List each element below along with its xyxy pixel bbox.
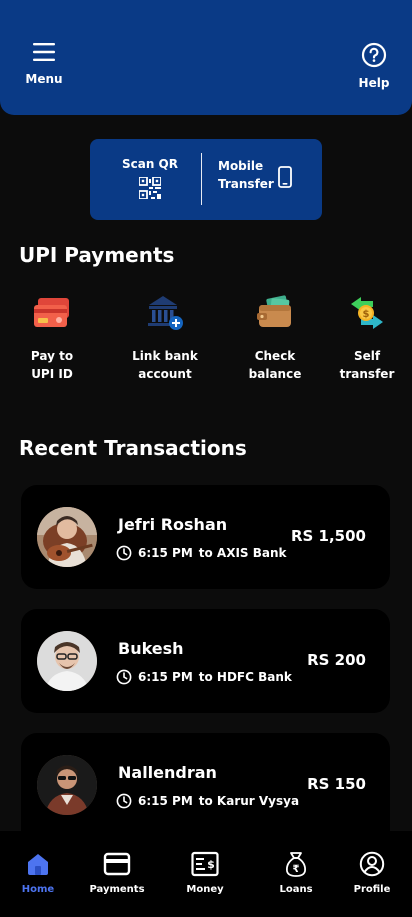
svg-text:$: $ bbox=[207, 858, 215, 871]
mobile-transfer-button[interactable]: Mobile Transfer bbox=[218, 157, 274, 193]
transaction-destination: to HDFC Bank bbox=[198, 670, 292, 684]
transaction-amount: RS 150 bbox=[307, 775, 366, 793]
transaction-destination: to Karur Vysya bbox=[198, 794, 300, 808]
check-balance-line1: Check bbox=[254, 349, 296, 363]
mobile-label: Mobile bbox=[218, 159, 264, 173]
card-divider bbox=[201, 153, 202, 205]
transaction-card[interactable]: Nallendran 6:15 PM to Karur Vysya RS 150 bbox=[21, 733, 390, 831]
self-transfer-icon: $ bbox=[351, 297, 383, 329]
wallet-icon bbox=[257, 295, 291, 327]
recent-transactions-title: Recent Transactions bbox=[19, 436, 247, 460]
self-transfer-line1: Self bbox=[353, 349, 381, 363]
avatar-photo-jefri bbox=[37, 507, 97, 567]
card-icon bbox=[103, 852, 131, 876]
clock-icon bbox=[116, 669, 132, 685]
link-bank-account-button[interactable]: Link bank account bbox=[120, 293, 210, 383]
check-balance-button[interactable]: Check balance bbox=[230, 293, 320, 383]
transaction-time: 6:15 PM bbox=[138, 794, 193, 808]
transaction-card[interactable]: Jefri Roshan 6:15 PM to AXIS Bank RS 1,5… bbox=[21, 485, 390, 589]
transaction-amount: RS 200 bbox=[307, 651, 366, 669]
pay-to-upi-line1: Pay to bbox=[30, 349, 74, 363]
menu-button[interactable]: Menu bbox=[14, 42, 74, 86]
nav-home[interactable]: Home bbox=[3, 851, 73, 895]
transaction-time: 6:15 PM bbox=[138, 670, 193, 684]
upi-section-title: UPI Payments bbox=[19, 243, 175, 267]
link-bank-line1: Link bank bbox=[132, 349, 198, 363]
transfer-label: Transfer bbox=[218, 177, 274, 191]
help-label: Help bbox=[358, 76, 390, 90]
avatar bbox=[37, 755, 97, 815]
transaction-name: Bukesh bbox=[118, 639, 184, 658]
nav-profile[interactable]: Profile bbox=[337, 851, 407, 895]
transaction-card[interactable]: Bukesh 6:15 PM to HDFC Bank RS 200 bbox=[21, 609, 390, 713]
menu-label: Menu bbox=[25, 72, 63, 86]
nav-money-label: Money bbox=[186, 884, 224, 895]
avatar bbox=[37, 507, 97, 567]
nav-money[interactable]: $ Money bbox=[170, 851, 240, 895]
phone-icon bbox=[278, 166, 292, 188]
avatar bbox=[37, 631, 97, 691]
svg-text:$: $ bbox=[363, 309, 370, 320]
transaction-name: Nallendran bbox=[118, 763, 217, 782]
bank-icon bbox=[148, 296, 183, 330]
top-header: Menu Help bbox=[0, 0, 412, 115]
card-icon bbox=[34, 298, 69, 327]
transaction-meta: 6:15 PM to Karur Vysya bbox=[116, 793, 299, 809]
nav-payments[interactable]: Payments bbox=[82, 851, 152, 895]
qr-code-icon bbox=[139, 177, 161, 199]
profile-icon bbox=[359, 851, 385, 877]
svg-text:₹: ₹ bbox=[293, 864, 300, 875]
help-button[interactable]: Help bbox=[344, 42, 404, 90]
nav-loans[interactable]: ₹ Loans bbox=[261, 851, 331, 895]
transaction-meta: 6:15 PM to AXIS Bank bbox=[116, 545, 287, 561]
nav-profile-label: Profile bbox=[353, 884, 391, 895]
avatar-photo-bukesh bbox=[37, 631, 97, 691]
loan-bag-icon: ₹ bbox=[285, 852, 307, 877]
transaction-time: 6:15 PM bbox=[138, 546, 193, 560]
scan-qr-label: Scan QR bbox=[121, 157, 178, 171]
transaction-meta: 6:15 PM to HDFC Bank bbox=[116, 669, 292, 685]
home-icon bbox=[28, 854, 48, 875]
transaction-amount: RS 1,500 bbox=[290, 527, 366, 545]
bottom-nav: Home Payments $ Money ₹ Loans Profile bbox=[0, 831, 412, 917]
self-transfer-line2: transfer bbox=[339, 367, 395, 381]
link-bank-line2: account bbox=[138, 367, 192, 381]
clock-icon bbox=[116, 545, 132, 561]
self-transfer-button[interactable]: $ Self transfer bbox=[322, 293, 412, 383]
hamburger-icon bbox=[33, 43, 55, 61]
transaction-destination: to AXIS Bank bbox=[198, 546, 287, 560]
check-balance-line2: balance bbox=[248, 367, 302, 381]
nav-home-label: Home bbox=[21, 884, 55, 895]
scan-qr-button[interactable]: Scan QR bbox=[120, 157, 180, 199]
avatar-photo-nallendran bbox=[37, 755, 97, 815]
money-icon: $ bbox=[191, 851, 219, 877]
pay-to-upi-line2: UPI ID bbox=[31, 367, 73, 381]
nav-payments-label: Payments bbox=[89, 884, 145, 895]
scan-transfer-card: Scan QR Mobile Transfer bbox=[90, 139, 322, 220]
transaction-name: Jefri Roshan bbox=[118, 515, 228, 534]
clock-icon bbox=[116, 793, 132, 809]
help-icon bbox=[361, 42, 387, 68]
pay-to-upi-button[interactable]: Pay to UPI ID bbox=[7, 293, 97, 383]
nav-loans-label: Loans bbox=[279, 884, 313, 895]
